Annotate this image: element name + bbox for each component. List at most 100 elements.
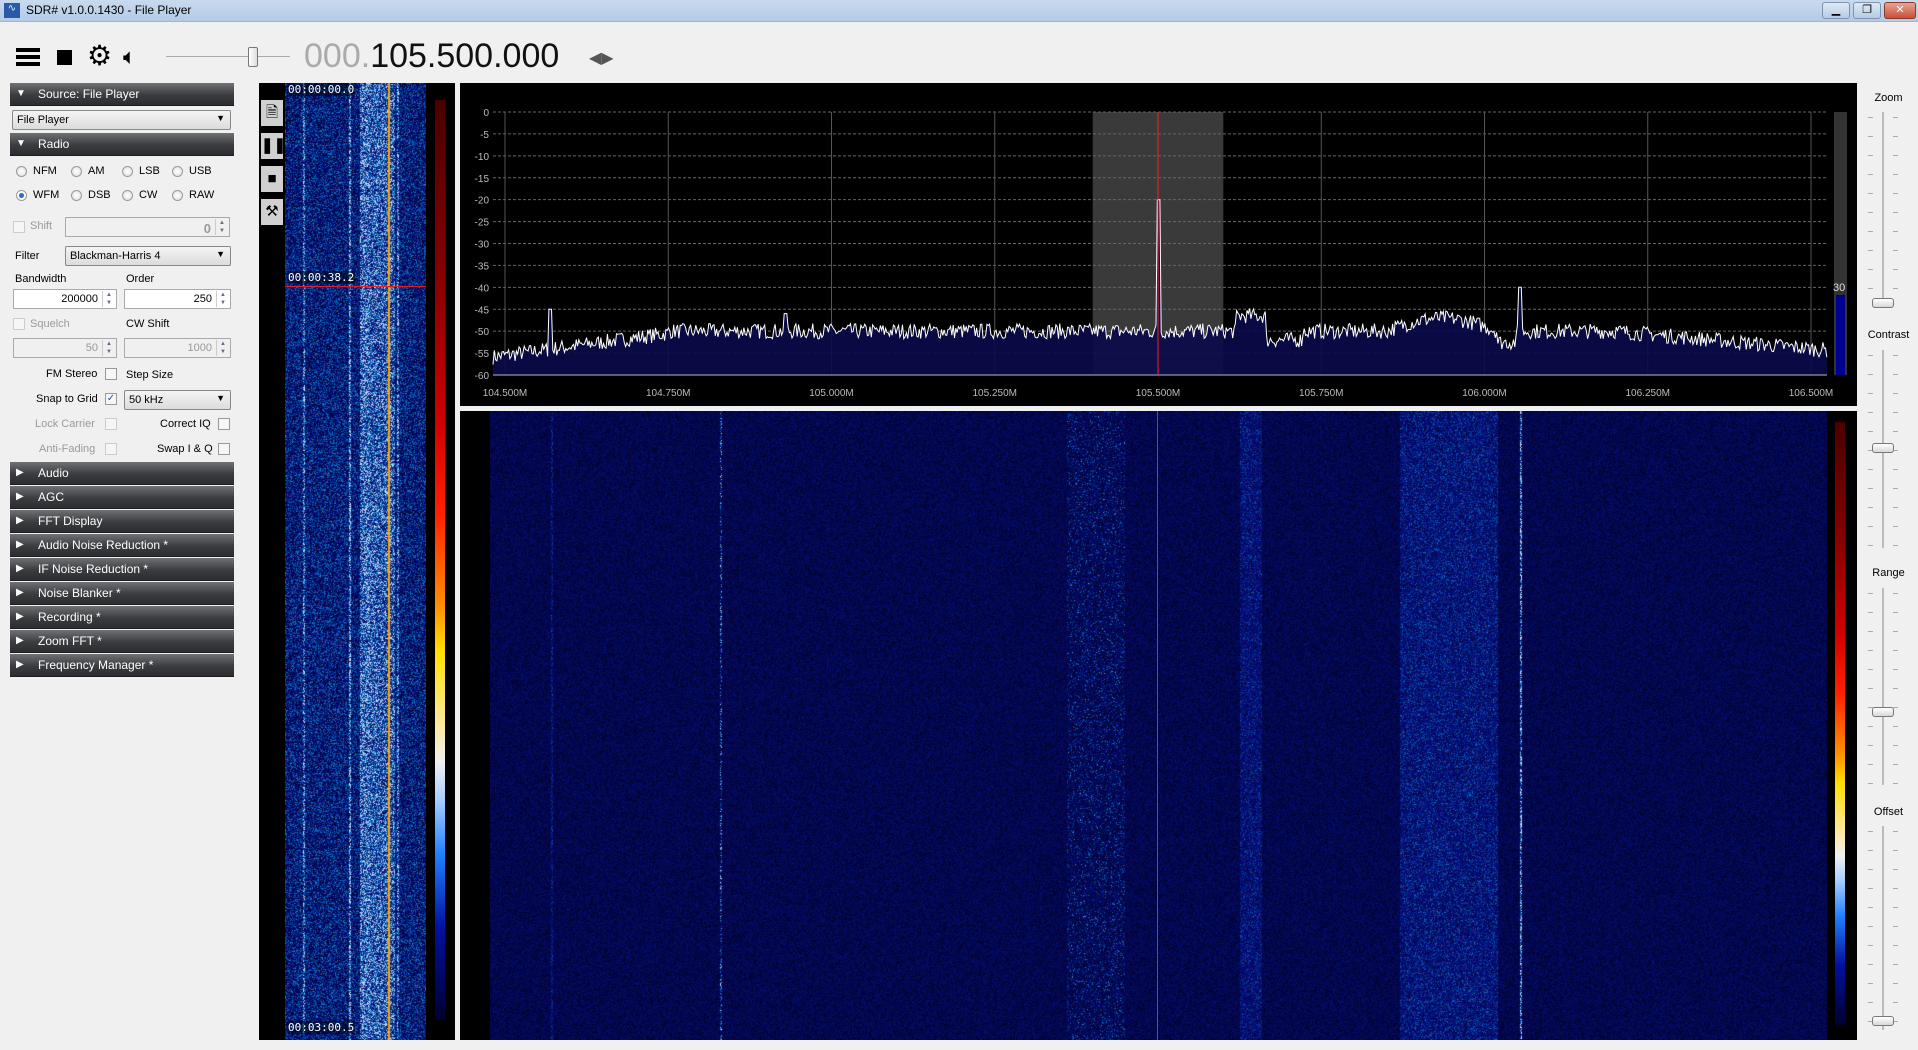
mode-radio-lsb[interactable] — [122, 166, 133, 177]
y-tick-label: -30 — [475, 240, 490, 251]
swapiq-label: Swap I & Q — [157, 443, 213, 455]
restore-button[interactable]: ❐ — [1853, 2, 1881, 19]
range-label: Range — [1872, 567, 1905, 579]
antifading-checkbox[interactable] — [105, 443, 117, 455]
spectrum-plot[interactable]: 0 -5 -10 -15 -20 -25 -30 -35 -40 -45 -50 -55 -60 104.… — [460, 83, 1857, 406]
player-waterfall[interactable] — [285, 83, 426, 1040]
mode-radio-wfm[interactable] — [16, 190, 27, 201]
panel-header[interactable]: ▶ Zoom FFT * — [10, 630, 234, 653]
antifading-label: Anti-Fading — [39, 443, 96, 455]
frequency-value[interactable]: 105.500.000 — [370, 37, 559, 75]
panel-header[interactable]: ▶ Noise Blanker * — [10, 582, 234, 605]
frequency-display[interactable]: 000.105.500.000 — [304, 36, 559, 76]
window-title: SDR# v1.0.0.1430 - File Player — [26, 3, 192, 17]
document-icon[interactable]: 🗎 — [261, 100, 283, 126]
squelch-checkbox[interactable] — [13, 318, 25, 330]
y-tick-label: -55 — [475, 349, 490, 360]
panel-header[interactable]: ▶ Audio Noise Reduction * — [10, 534, 234, 557]
shift-input[interactable]: 0 ▲ ▼ — [65, 217, 230, 237]
mute-button[interactable]: 🔈︎ — [123, 42, 136, 72]
snap-label: Snap to Grid — [36, 393, 98, 405]
zoom-slider[interactable] — [1882, 112, 1884, 305]
mode-radio-nfm[interactable] — [16, 166, 27, 177]
mode-label: DSB — [88, 189, 111, 201]
tools-icon[interactable]: ⚒ — [261, 199, 283, 225]
spectrum-analyzer[interactable]: 0 -5 -10 -15 -20 -25 -30 -35 -40 -45 -50 -55 -60 104.… — [460, 83, 1857, 406]
order-label: Order — [126, 273, 155, 285]
waterfall[interactable] — [490, 411, 1827, 1040]
lockcarrier-checkbox[interactable] — [105, 418, 117, 430]
position-marker[interactable] — [285, 286, 426, 287]
contrast-thumb[interactable] — [1872, 443, 1894, 453]
range-thumb[interactable] — [1872, 707, 1894, 717]
menu-button[interactable] — [16, 48, 40, 66]
cwshift-input[interactable]: 1000 ▲ ▼ — [124, 338, 231, 358]
mode-radio-am[interactable] — [71, 166, 82, 177]
mode-label: RAW — [189, 189, 215, 201]
expand-icon: ▶ — [16, 515, 24, 526]
timestamp-start: 00:00:00.0 — [287, 83, 356, 96]
player-colorbar — [435, 100, 445, 1020]
panel-header[interactable]: ▶ IF Noise Reduction * — [10, 558, 234, 581]
settings-button[interactable]: ⚙ — [87, 41, 112, 71]
panel-header[interactable]: ▶ FFT Display — [10, 510, 234, 533]
y-tick-label: -5 — [480, 130, 489, 141]
x-tick-label: 105.750M — [1299, 388, 1343, 399]
volume-thumb[interactable] — [248, 47, 258, 67]
shift-checkbox[interactable] — [13, 221, 25, 233]
x-tick-label: 105.500M — [1136, 388, 1180, 399]
x-tick-label: 106.250M — [1626, 388, 1670, 399]
volume-slider[interactable] — [166, 44, 290, 70]
close-button[interactable]: ✕ — [1884, 2, 1916, 19]
mode-label: AM — [88, 165, 105, 177]
source-select[interactable]: File Player ▼ — [12, 110, 231, 130]
stop-button[interactable] — [57, 50, 72, 65]
snap-checkbox[interactable]: ✓ — [105, 393, 117, 405]
mode-radio-usb[interactable] — [172, 166, 183, 177]
panel-header[interactable]: ▶ AGC — [10, 486, 234, 509]
panel-header[interactable]: ▶ Frequency Manager * — [10, 654, 234, 677]
title-bar: ∿ SDR# v1.0.0.1430 - File Player ▁ ❐ ✕ — [0, 0, 1918, 22]
filter-select[interactable]: Blackman-Harris 4 ▼ — [65, 246, 231, 266]
expand-icon: ▶ — [16, 539, 24, 550]
y-tick-label: -40 — [475, 283, 490, 294]
panel-header[interactable]: ▶ Audio — [10, 462, 234, 485]
correctiq-checkbox[interactable] — [218, 418, 230, 430]
minimize-button[interactable]: ▁ — [1822, 2, 1850, 19]
mode-label: WFM — [33, 189, 60, 201]
mode-radio-dsb[interactable] — [71, 190, 82, 201]
order-input[interactable]: 250 ▲ ▼ — [124, 289, 231, 309]
tune-arrows-icon[interactable]: ◀▶ — [589, 48, 614, 68]
offset-thumb[interactable] — [1872, 1016, 1894, 1026]
correctiq-label: Correct IQ — [160, 418, 211, 430]
fmstereo-checkbox[interactable] — [105, 368, 117, 380]
range-slider[interactable] — [1882, 588, 1884, 785]
panel-title: Frequency Manager * — [38, 658, 154, 672]
mode-radio-raw[interactable] — [172, 190, 183, 201]
waterfall-center-line — [1157, 411, 1158, 1040]
x-tick-label: 106.000M — [1462, 388, 1506, 399]
waterfall-colorbar — [1835, 422, 1845, 1025]
bandwidth-input[interactable]: 200000 ▲ ▼ — [13, 289, 117, 309]
x-tick-label: 105.250M — [973, 388, 1017, 399]
timestamp-end: 00:03:00.5 — [287, 1021, 356, 1034]
zoom-thumb[interactable] — [1872, 298, 1894, 308]
squelch-label: Squelch — [30, 318, 70, 330]
panel-title: IF Noise Reduction * — [38, 562, 149, 576]
filter-label: Filter — [15, 250, 40, 262]
panel-title: AGC — [38, 490, 65, 504]
radio-header[interactable]: ▼ Radio — [10, 133, 234, 156]
cwshift-label: CW Shift — [126, 318, 170, 330]
mode-radio-cw[interactable] — [122, 190, 133, 201]
expand-icon: ▶ — [16, 659, 24, 670]
swapiq-checkbox[interactable] — [218, 443, 230, 455]
stepsize-select[interactable]: 50 kHz ▼ — [124, 390, 231, 410]
stop-icon[interactable]: ■ — [261, 166, 283, 192]
panel-header[interactable]: ▶ Recording * — [10, 606, 234, 629]
source-header[interactable]: ▼ Source: File Player — [10, 83, 234, 106]
frequency-prefix: 000. — [304, 37, 371, 75]
offset-slider[interactable] — [1882, 826, 1884, 1030]
squelch-input[interactable]: 50 ▲ ▼ — [13, 338, 117, 358]
level-bar-fill — [1836, 295, 1845, 375]
pause-icon[interactable]: ❚❚ — [261, 133, 286, 159]
